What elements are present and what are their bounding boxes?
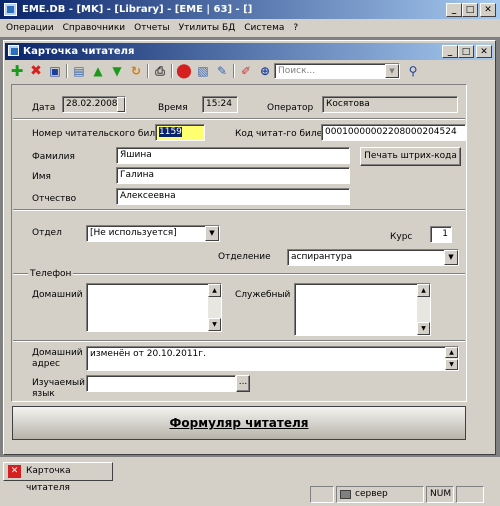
settings-icon[interactable]: ⊕ <box>256 62 274 80</box>
branch-select[interactable]: аспирантура ▼ <box>287 249 459 266</box>
edit-icon[interactable]: ✎ <box>213 62 231 80</box>
date-value: 28.02.2008 <box>66 99 118 109</box>
home-address-scrollbar[interactable]: ▲ ▼ <box>445 347 458 370</box>
time-field: 15:24 <box>202 96 238 113</box>
scroll-up-icon[interactable]: ▲ <box>417 284 430 297</box>
app-title-bar: EME.DB - [MK] - [Library] - [EME | 63] -… <box>0 0 500 19</box>
child-title: Карточка читателя <box>23 46 135 57</box>
status-panel-empty <box>310 486 334 503</box>
menu-help[interactable]: ? <box>290 23 301 33</box>
card-icon[interactable]: ▤ <box>70 62 88 80</box>
home-address-field[interactable]: изменён от 20.10.2011г. ▲ ▼ <box>86 346 459 371</box>
note-icon[interactable]: ✐ <box>237 62 255 80</box>
document-icon[interactable]: ▧ <box>194 62 212 80</box>
status-server: сервер <box>336 486 424 503</box>
name-field[interactable]: Галина <box>116 167 350 184</box>
department-dropdown-button[interactable]: ▼ <box>205 226 219 241</box>
server-icon <box>340 490 351 499</box>
operator-field: Косятова <box>322 96 458 113</box>
home-phone-field[interactable]: ▲ ▼ <box>86 283 222 332</box>
date-field[interactable]: 28.02.2008 <box>62 96 126 113</box>
menu-db-utilities[interactable]: Утилиты БД <box>176 23 239 33</box>
search-dropdown-button[interactable]: ▼ <box>385 64 399 78</box>
branch-label: Отделение <box>218 252 271 262</box>
course-label: Курс <box>390 232 413 242</box>
delete-icon[interactable]: ✖ <box>27 62 45 80</box>
app-icon <box>4 3 17 16</box>
language-label-2: язык <box>32 389 55 399</box>
menu-reports[interactable]: Отчеты <box>131 23 173 33</box>
card-number-label: Номер читательского билета <box>32 129 172 139</box>
arrow-down-icon[interactable]: ▼ <box>108 62 126 80</box>
scroll-up-icon[interactable]: ▲ <box>445 347 458 358</box>
server-label: сервер <box>355 489 388 499</box>
course-field[interactable]: 1 <box>430 226 452 243</box>
status-num: NUM <box>426 486 454 503</box>
task-tab-reader-card[interactable]: ✕ Карточка читателя <box>3 462 113 493</box>
home-phone-label: Домашний <box>32 290 83 300</box>
card-number-field[interactable]: 1159 <box>155 124 205 141</box>
surname-label: Фамилия <box>32 152 75 162</box>
menu-bar: Операции Справочники Отчеты Утилиты БД Систе… <box>0 19 500 37</box>
refresh-icon[interactable]: ↻ <box>127 62 145 80</box>
status-panel-empty-2 <box>456 486 484 503</box>
scroll-up-icon[interactable]: ▲ <box>208 284 221 297</box>
department-select[interactable]: [Не используется] ▼ <box>86 225 220 242</box>
phone-group-label: Телефон <box>28 268 74 280</box>
minimize-button[interactable]: _ <box>446 3 462 17</box>
work-phone-field[interactable]: ▲ ▼ <box>294 283 431 336</box>
date-label: Дата <box>32 103 56 113</box>
status-bar <box>0 484 500 506</box>
card-number-value: 1159 <box>159 127 182 137</box>
reader-form-button-label: Формуляр читателя <box>169 416 309 430</box>
surname-field[interactable]: Яшина <box>116 147 350 164</box>
name-label: Имя <box>32 172 51 182</box>
scroll-down-icon[interactable]: ▼ <box>445 359 458 370</box>
home-address-label-2: адрес <box>32 359 60 369</box>
app-title: EME.DB - [MK] - [Library] - [EME | 63] -… <box>22 4 253 15</box>
menu-operations[interactable]: Операции <box>3 23 57 33</box>
work-phone-label: Служебный <box>235 290 291 300</box>
print-barcode-button[interactable]: Печать штрих-кода <box>360 147 461 166</box>
card-code-field[interactable]: 00010000002208000204524 <box>321 124 466 141</box>
time-label: Время <box>158 103 188 113</box>
work-phone-scrollbar[interactable]: ▲ ▼ <box>417 284 430 335</box>
patronymic-label: Отчество <box>32 194 77 204</box>
child-icon <box>8 45 19 56</box>
menu-system[interactable]: Система <box>241 23 287 33</box>
close-tab-icon[interactable]: ✕ <box>8 465 21 478</box>
scroll-down-icon[interactable]: ▼ <box>417 322 430 335</box>
print-icon[interactable]: ⎙ <box>151 62 169 80</box>
operator-label: Оператор <box>267 103 314 113</box>
toolbar: ✚ ✖ ▣ ▤ ▲ ▼ ↻ ⎙ ⬤ ▧ ✎ ✐ ⊕ Поиск... ▼ ⚲ <box>6 61 494 81</box>
maximize-button[interactable]: □ <box>462 3 478 17</box>
department-label: Отдел <box>32 228 62 238</box>
search-placeholder: Поиск... <box>278 66 316 76</box>
patronymic-field[interactable]: Алексеевна <box>116 188 350 205</box>
home-address-value: изменён от 20.10.2011г. <box>90 349 206 359</box>
date-picker-button[interactable] <box>117 97 125 112</box>
language-browse-button[interactable]: ... <box>236 375 250 392</box>
child-title-bar: Карточка читателя <box>5 43 494 60</box>
menu-references[interactable]: Справочники <box>60 23 129 33</box>
stop-icon[interactable]: ⬤ <box>175 62 193 80</box>
arrow-up-icon[interactable]: ▲ <box>89 62 107 80</box>
card-code-label: Код читат-го билета <box>235 129 333 139</box>
scroll-down-icon[interactable]: ▼ <box>208 318 221 331</box>
child-maximize-button[interactable]: □ <box>458 45 474 58</box>
search-input[interactable]: Поиск... ▼ <box>274 63 400 79</box>
child-minimize-button[interactable]: _ <box>442 45 458 58</box>
child-close-button[interactable]: ✕ <box>476 45 492 58</box>
save-icon[interactable]: ▣ <box>46 62 64 80</box>
close-button[interactable]: ✕ <box>480 3 496 17</box>
branch-dropdown-button[interactable]: ▼ <box>444 250 458 265</box>
search-icon[interactable]: ⚲ <box>404 62 422 80</box>
branch-value: аспирантура <box>291 252 353 262</box>
department-value: [Не используется] <box>90 228 177 238</box>
reader-form-button[interactable]: Формуляр читателя <box>12 406 466 440</box>
home-phone-scrollbar[interactable]: ▲ ▼ <box>208 284 221 331</box>
add-icon[interactable]: ✚ <box>8 62 26 80</box>
language-field[interactable] <box>86 375 236 392</box>
